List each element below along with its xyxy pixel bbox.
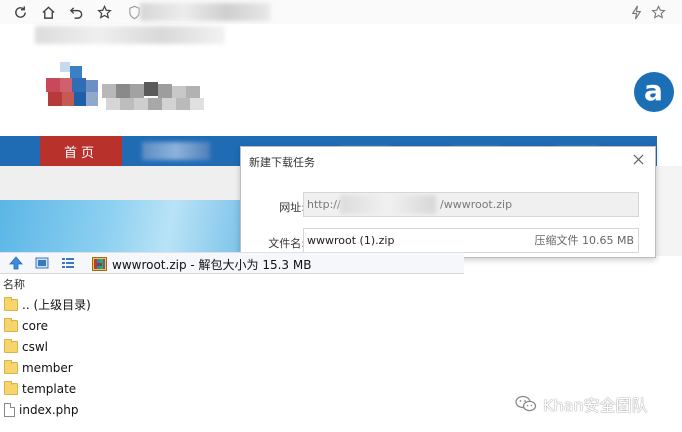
url-suffix: /wwwroot.zip [440,198,513,211]
site-badge-logo: a [634,72,674,112]
column-header-name[interactable]: 名称 [3,276,25,292]
folder-icon [4,296,18,311]
url-label: 网址: [279,201,305,214]
file-name: member [22,360,73,375]
site-grey-band [0,166,240,200]
new-download-dialog: 新建下载任务 网址: http:// /wwwroot.zip 文件名: www… [240,146,656,258]
list-item-file[interactable]: index.php [0,399,300,420]
url-field[interactable]: http:// /wwwroot.zip [303,192,639,217]
file-size-text: 压缩文件 10.65 MB [534,234,634,247]
star-icon[interactable] [648,2,668,22]
watermark: Khan安全团队 [515,392,648,416]
archive-path: wwwroot.zip - 解包大小为 15.3 MB [92,256,311,272]
details-view-icon[interactable] [59,254,77,272]
refresh-icon[interactable] [10,2,30,22]
site-side-strip [654,166,682,256]
nav-home-link[interactable]: 首页 [40,136,122,166]
filename-label: 文件名: [268,237,305,250]
site-banner-image [0,200,240,254]
site-logo-pixelated [46,62,216,120]
folder-icon [4,359,18,374]
url-host-blurred [340,195,436,214]
filename-value: wwwroot (1).zip [307,234,395,247]
browser-toolbar [0,0,682,24]
file-name: index.php [19,402,79,417]
lightning-icon[interactable] [626,2,646,22]
archive-path-text: wwwroot.zip - 解包大小为 15.3 MB [112,257,312,272]
file-name: cswl [22,339,48,354]
file-name: template [22,381,77,396]
home-icon[interactable] [38,2,58,22]
nav-item-blurred[interactable] [142,142,210,160]
watermark-text: Khan安全团队 [543,396,648,415]
close-icon[interactable] [631,152,645,166]
list-item-parent-directory[interactable]: .. (上级目录) [0,294,300,315]
url-prefix: http:// [307,198,341,211]
list-item-folder[interactable]: template [0,378,300,399]
file-name: .. (上级目录) [22,298,91,312]
undo-icon[interactable] [66,2,86,22]
file-document-icon [4,402,15,417]
wechat-icon [515,395,537,412]
address-bar-blurred[interactable] [140,3,270,21]
blurred-text [35,26,225,44]
favorite-star-icon[interactable] [94,2,114,22]
list-item-folder[interactable]: cswl [0,336,300,357]
folder-icon [4,380,18,395]
filename-input[interactable]: wwwroot (1).zip 压缩文件 10.65 MB [303,228,639,253]
file-name: core [22,318,48,333]
list-item-folder[interactable]: core [0,315,300,336]
up-arrow-icon[interactable] [7,254,25,272]
folder-icon [4,317,18,332]
archive-toolbar: wwwroot.zip - 解包大小为 15.3 MB [0,252,464,274]
zip-archive-icon [92,257,107,271]
folder-icon [4,338,18,353]
list-item-folder[interactable]: member [0,357,300,378]
archive-file-list: .. (上级目录) core cswl member template inde… [0,294,300,420]
large-icons-view-icon[interactable] [33,254,51,272]
dialog-title: 新建下载任务 [249,156,315,169]
